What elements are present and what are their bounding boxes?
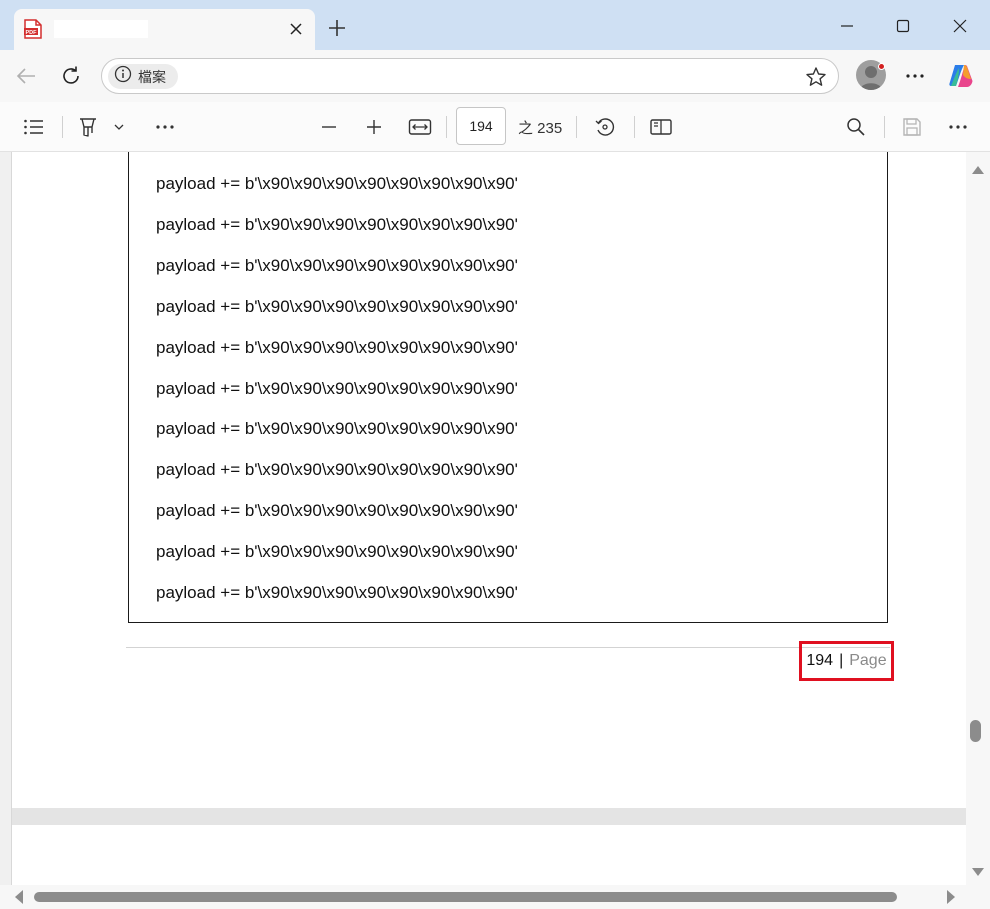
tab-strip: PDF	[0, 0, 990, 50]
code-line: payload += b'\x90\x90\x90\x90\x90\x90\x9…	[156, 255, 518, 275]
refresh-button[interactable]	[55, 60, 87, 92]
code-line: payload += b'\x90\x90\x90\x90\x90\x90\x9…	[156, 460, 518, 480]
footer-divider	[126, 647, 890, 648]
viewer-left-edge	[0, 152, 12, 909]
favicon-text: PDF	[26, 30, 38, 36]
scroll-left-arrow-icon[interactable]	[14, 890, 24, 904]
zoom-in-icon[interactable]	[360, 113, 388, 141]
maximize-window-button[interactable]	[889, 12, 917, 40]
code-line: payload += b'\x90\x90\x90\x90\x90\x90\x9…	[156, 337, 518, 357]
page-number-input[interactable]	[456, 107, 506, 145]
footer-separator: |	[839, 652, 844, 669]
toolbar-divider	[62, 116, 63, 138]
search-icon[interactable]	[842, 113, 870, 141]
save-icon[interactable]	[898, 113, 926, 141]
active-tab[interactable]: PDF	[14, 9, 315, 50]
close-window-button[interactable]	[946, 12, 974, 40]
footer-page-number: 194	[806, 652, 834, 669]
code-line: payload += b'\x90\x90\x90\x90\x90\x90\x9…	[156, 583, 518, 602]
highlight-icon[interactable]	[74, 113, 102, 141]
address-bar[interactable]: 檔案	[101, 58, 839, 94]
scroll-up-arrow-icon[interactable]	[972, 162, 984, 174]
close-tab-icon[interactable]	[286, 19, 306, 39]
pdf-file-icon: PDF	[24, 19, 42, 39]
tab-title	[54, 20, 148, 38]
page-gap	[12, 808, 966, 825]
horizontal-scrollbar[interactable]	[0, 885, 990, 909]
notification-dot-icon	[878, 63, 885, 70]
horizontal-scroll-thumb[interactable]	[34, 892, 897, 902]
code-line: payload += b'\x90\x90\x90\x90\x90\x90\x9…	[156, 378, 518, 398]
code-line: payload += b'\x90\x90\x90\x90\x90\x90\x9…	[156, 542, 518, 562]
vertical-scrollbar[interactable]	[966, 152, 990, 885]
new-tab-button[interactable]	[323, 14, 351, 42]
rotate-icon[interactable]	[591, 113, 619, 141]
code-line: payload += b'\x90\x90\x90\x90\x90\x90\x9…	[156, 501, 518, 521]
fit-to-width-icon[interactable]	[406, 113, 434, 141]
more-tools-icon[interactable]	[151, 113, 179, 141]
scroll-down-arrow-icon[interactable]	[972, 864, 984, 876]
favorite-star-icon[interactable]	[804, 65, 828, 89]
total-pages-label: 之 235	[518, 120, 563, 137]
next-pdf-page	[12, 825, 966, 885]
code-line: payload += b'\x90\x90\x90\x90\x90\x90\x9…	[156, 296, 518, 316]
info-icon	[114, 65, 132, 88]
toolbar-divider	[446, 116, 447, 138]
scroll-right-arrow-icon[interactable]	[946, 890, 956, 904]
footer-page-label: Page	[849, 652, 887, 669]
zoom-out-icon[interactable]	[315, 113, 343, 141]
toolbar-divider	[634, 116, 635, 138]
table-of-contents-icon[interactable]	[20, 113, 48, 141]
site-chip-label: 檔案	[138, 68, 166, 85]
code-line: payload += b'\x90\x90\x90\x90\x90\x90\x9…	[156, 419, 518, 439]
code-block: payload += b'\x90\x90\x90\x90\x90\x90\x9…	[128, 152, 888, 623]
page-footer-highlight: 194 | Page	[799, 641, 894, 681]
pdf-toolbar: 之 235	[0, 102, 990, 152]
settings-more-button[interactable]	[899, 60, 931, 92]
vertical-scroll-thumb[interactable]	[970, 720, 981, 742]
chevron-down-icon[interactable]	[107, 113, 131, 141]
site-info-chip[interactable]: 檔案	[108, 64, 178, 89]
code-line: payload += b'\x90\x90\x90\x90\x90\x90\x9…	[156, 174, 518, 193]
pdf-more-options-icon[interactable]	[944, 113, 972, 141]
navigation-bar: 檔案	[0, 50, 990, 102]
page-view-icon[interactable]	[647, 113, 675, 141]
toolbar-divider	[884, 116, 885, 138]
minimize-window-button[interactable]	[833, 12, 861, 40]
back-button[interactable]	[10, 60, 42, 92]
code-line: payload += b'\x90\x90\x90\x90\x90\x90\x9…	[156, 214, 518, 234]
toolbar-divider	[576, 116, 577, 138]
copilot-icon[interactable]	[945, 60, 977, 92]
